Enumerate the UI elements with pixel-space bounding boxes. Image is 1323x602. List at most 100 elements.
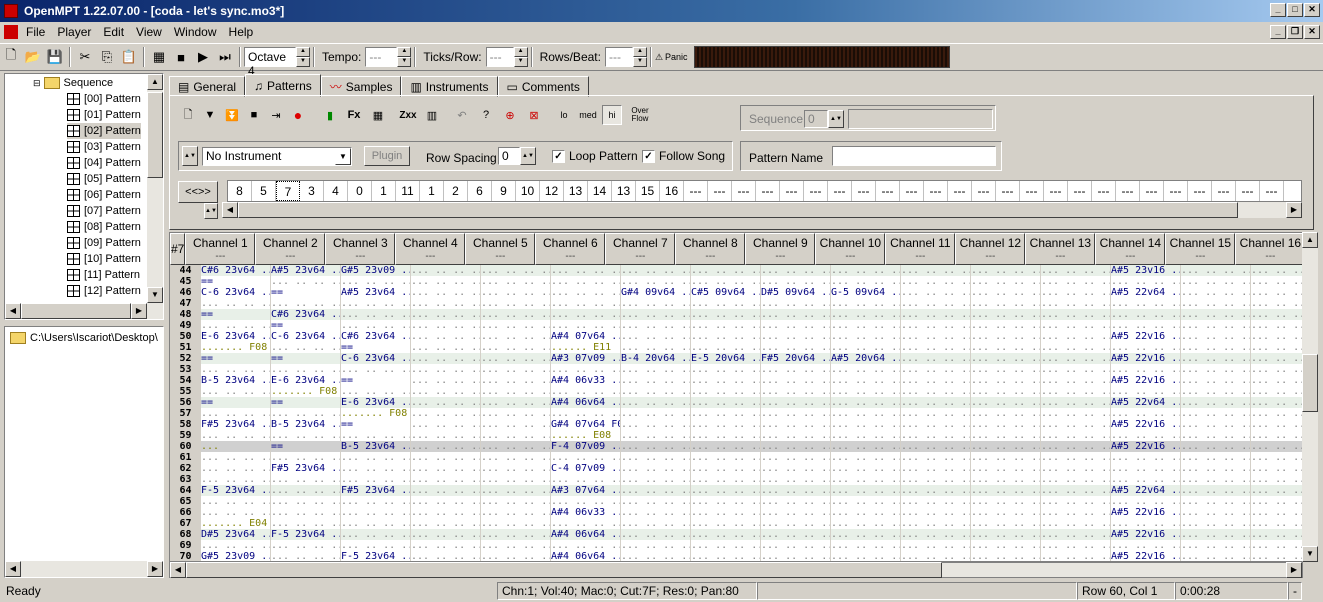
pattern-cell[interactable]: ... .. .. ... — [1041, 496, 1111, 507]
pattern-cell[interactable]: ... .. .. ... — [481, 287, 551, 298]
pattern-cell[interactable]: ... .. .. ... — [1111, 408, 1181, 419]
pattern-cell[interactable]: ... .. .. ... — [271, 364, 341, 375]
pattern-cell[interactable]: ... .. .. ... — [901, 298, 971, 309]
pattern-cell[interactable]: ... .. .. ... — [831, 496, 901, 507]
pattern-cell[interactable]: == — [201, 353, 271, 364]
pattern-cell[interactable]: G-5 09v64 ... — [831, 287, 901, 298]
channel-header[interactable]: Channel 13 --- — [1025, 233, 1096, 265]
pattern-cell[interactable]: ... .. .. ... — [411, 375, 481, 386]
pattern-cell[interactable]: ... .. .. ... — [621, 463, 691, 474]
order-item[interactable]: 15 — [636, 181, 660, 201]
pattern-cell[interactable]: ... .. .. ... — [1041, 430, 1111, 441]
copy-icon[interactable]: ⎘ — [96, 46, 118, 68]
pattern-cell[interactable]: ... .. .. ... — [481, 529, 551, 540]
order-item[interactable]: 4 — [324, 181, 348, 201]
pattern-cell[interactable]: ... .. .. ... — [621, 320, 691, 331]
pattern-cell[interactable]: ... .. .. ... — [1041, 540, 1111, 551]
pattern-cell[interactable]: ... .. .. ... — [621, 331, 691, 342]
pattern-cell[interactable]: ... .. .. ... — [481, 485, 551, 496]
pattern-cell[interactable]: ... .. .. ... — [1181, 276, 1251, 287]
pattern-cell[interactable]: C#6 23v64 ... — [271, 309, 341, 320]
pattern-cell[interactable]: ... .. .. ... — [201, 320, 271, 331]
pattern-cell[interactable]: ... .. .. ... — [201, 408, 271, 419]
pattern-name-input[interactable] — [832, 146, 996, 166]
order-item[interactable]: --- — [900, 181, 924, 201]
scroll-right-icon[interactable]: ▶ — [1286, 202, 1302, 218]
order-item[interactable]: --- — [1092, 181, 1116, 201]
pattern-row[interactable]: 67....... E04... .. .. ...... .. .. ....… — [170, 518, 1302, 529]
pattern-cell[interactable]: ... .. .. ... — [341, 463, 411, 474]
pattern-cell[interactable]: A#4 06v33 ... — [551, 507, 621, 518]
pattern-cell[interactable]: ... .. .. ... — [1251, 386, 1302, 397]
pattern-cell[interactable]: ... .. .. ... — [831, 452, 901, 463]
mdi-minimize-button[interactable]: _ — [1270, 25, 1286, 39]
pattern-cell[interactable]: A#5 23v64 ... — [271, 265, 341, 276]
pattern-cell[interactable]: ... .. .. ... — [971, 463, 1041, 474]
pattern-cell[interactable]: ... .. .. ... — [621, 386, 691, 397]
plugin-button[interactable]: Plugin — [364, 146, 410, 166]
pattern-cell[interactable]: C-6 23v64 ... — [341, 353, 411, 364]
instrument-select[interactable]: No Instrument — [202, 147, 352, 166]
pattern-cell[interactable]: ... .. .. ... — [691, 474, 761, 485]
pattern-cell[interactable]: ... .. .. ... — [1181, 364, 1251, 375]
tree-pattern-item[interactable]: [07] Pattern — [67, 203, 141, 219]
pattern-cell[interactable]: C#6 23v64 ... — [341, 331, 411, 342]
pattern-cell[interactable]: A#5 22v16 ... — [1111, 529, 1181, 540]
pattern-cell[interactable]: ... .. .. ... — [481, 441, 551, 452]
pattern-cell[interactable]: ... .. .. ... — [1111, 342, 1181, 353]
pattern-vscroll[interactable]: ▲ ▼ — [1302, 232, 1318, 562]
pattern-cell[interactable]: E-6 23v64 ... — [271, 375, 341, 386]
instrument-spin-icon[interactable]: ▲▼ — [182, 146, 198, 166]
pattern-cell[interactable]: ... .. .. ... — [411, 353, 481, 364]
pattern-cell[interactable]: ... — [201, 441, 271, 452]
pattern-cell[interactable]: ... .. .. ... — [551, 386, 621, 397]
order-nav-button[interactable]: <<>> — [178, 181, 218, 203]
shrink-icon[interactable]: ⊠ — [524, 105, 544, 125]
pattern-cell[interactable]: ... .. .. ... — [1251, 375, 1302, 386]
pattern-cell[interactable]: == — [271, 397, 341, 408]
pattern-cell[interactable]: F#5 23v64 ... — [201, 419, 271, 430]
pattern-row[interactable]: 63... .. .. ...... .. .. ...... .. .. ..… — [170, 474, 1302, 485]
pattern-cell[interactable]: ... .. .. ... — [621, 309, 691, 320]
pattern-cell[interactable]: ... .. .. ... — [271, 518, 341, 529]
tab-patterns[interactable]: ♫ Patterns — [245, 74, 321, 97]
pattern-cell[interactable]: ... .. .. ... — [971, 298, 1041, 309]
channel-header[interactable]: Channel 1 --- — [185, 233, 256, 265]
pattern-cell[interactable]: ... .. .. ... — [1251, 485, 1302, 496]
spin-up-icon[interactable]: ▲ — [513, 47, 528, 57]
pattern-cell[interactable]: ... .. .. ... — [411, 430, 481, 441]
menu-player[interactable]: Player — [51, 25, 97, 39]
pattern-cell[interactable]: ... .. .. ... — [411, 397, 481, 408]
pattern-cell[interactable]: ... .. .. ... — [1111, 364, 1181, 375]
order-item[interactable]: 12 — [540, 181, 564, 201]
pattern-cell[interactable]: ... .. .. ... — [1251, 276, 1302, 287]
pattern-row[interactable]: 48 == C#6 23v64 ...... .. .. ...... .. .. … — [170, 309, 1302, 320]
pattern-cell[interactable]: ... .. .. ... — [621, 441, 691, 452]
pattern-cell[interactable]: ... .. .. ... — [901, 364, 971, 375]
pattern-cell[interactable]: ... .. .. ... — [411, 419, 481, 430]
pattern-cell[interactable]: A#5 22v16 ... — [1111, 375, 1181, 386]
pattern-cell[interactable]: A#4 06v64 ... — [551, 529, 621, 540]
pattern-cell[interactable]: ... .. .. ... — [971, 518, 1041, 529]
pattern-cell[interactable]: ... .. .. ... — [551, 287, 621, 298]
pattern-cell[interactable]: ... .. .. ... — [481, 496, 551, 507]
pattern-cell[interactable]: ... .. .. ... — [271, 298, 341, 309]
scroll-right-icon[interactable]: ▶ — [1286, 562, 1302, 578]
pattern-cell[interactable]: ... .. .. ... — [971, 276, 1041, 287]
pattern-cell[interactable]: ... .. .. ... — [481, 386, 551, 397]
play-row-icon[interactable]: ⇥ — [266, 105, 286, 125]
row-spacing-spin-icon[interactable]: ▲▼ — [520, 147, 536, 165]
pattern-cell[interactable]: ... .. .. ... — [831, 408, 901, 419]
pattern-cell[interactable]: G#4 07v64 F08 — [551, 419, 621, 430]
pattern-cell[interactable]: ... .. .. ... — [761, 386, 831, 397]
pattern-cell[interactable]: ... .. .. ... — [411, 518, 481, 529]
pattern-cell[interactable]: A#4 06v64 ... — [551, 397, 621, 408]
open-folder-icon[interactable]: 📂 — [22, 46, 44, 68]
pattern-cell[interactable]: ... .. .. ... — [621, 430, 691, 441]
spin-down-icon[interactable]: ▼ — [397, 57, 412, 67]
order-item[interactable]: --- — [1188, 181, 1212, 201]
order-item[interactable]: 11 — [396, 181, 420, 201]
pattern-cell[interactable]: ... .. .. ... — [691, 309, 761, 320]
pattern-cell[interactable]: ... .. .. ... — [691, 496, 761, 507]
pattern-cell[interactable]: ... .. .. ... — [1041, 364, 1111, 375]
